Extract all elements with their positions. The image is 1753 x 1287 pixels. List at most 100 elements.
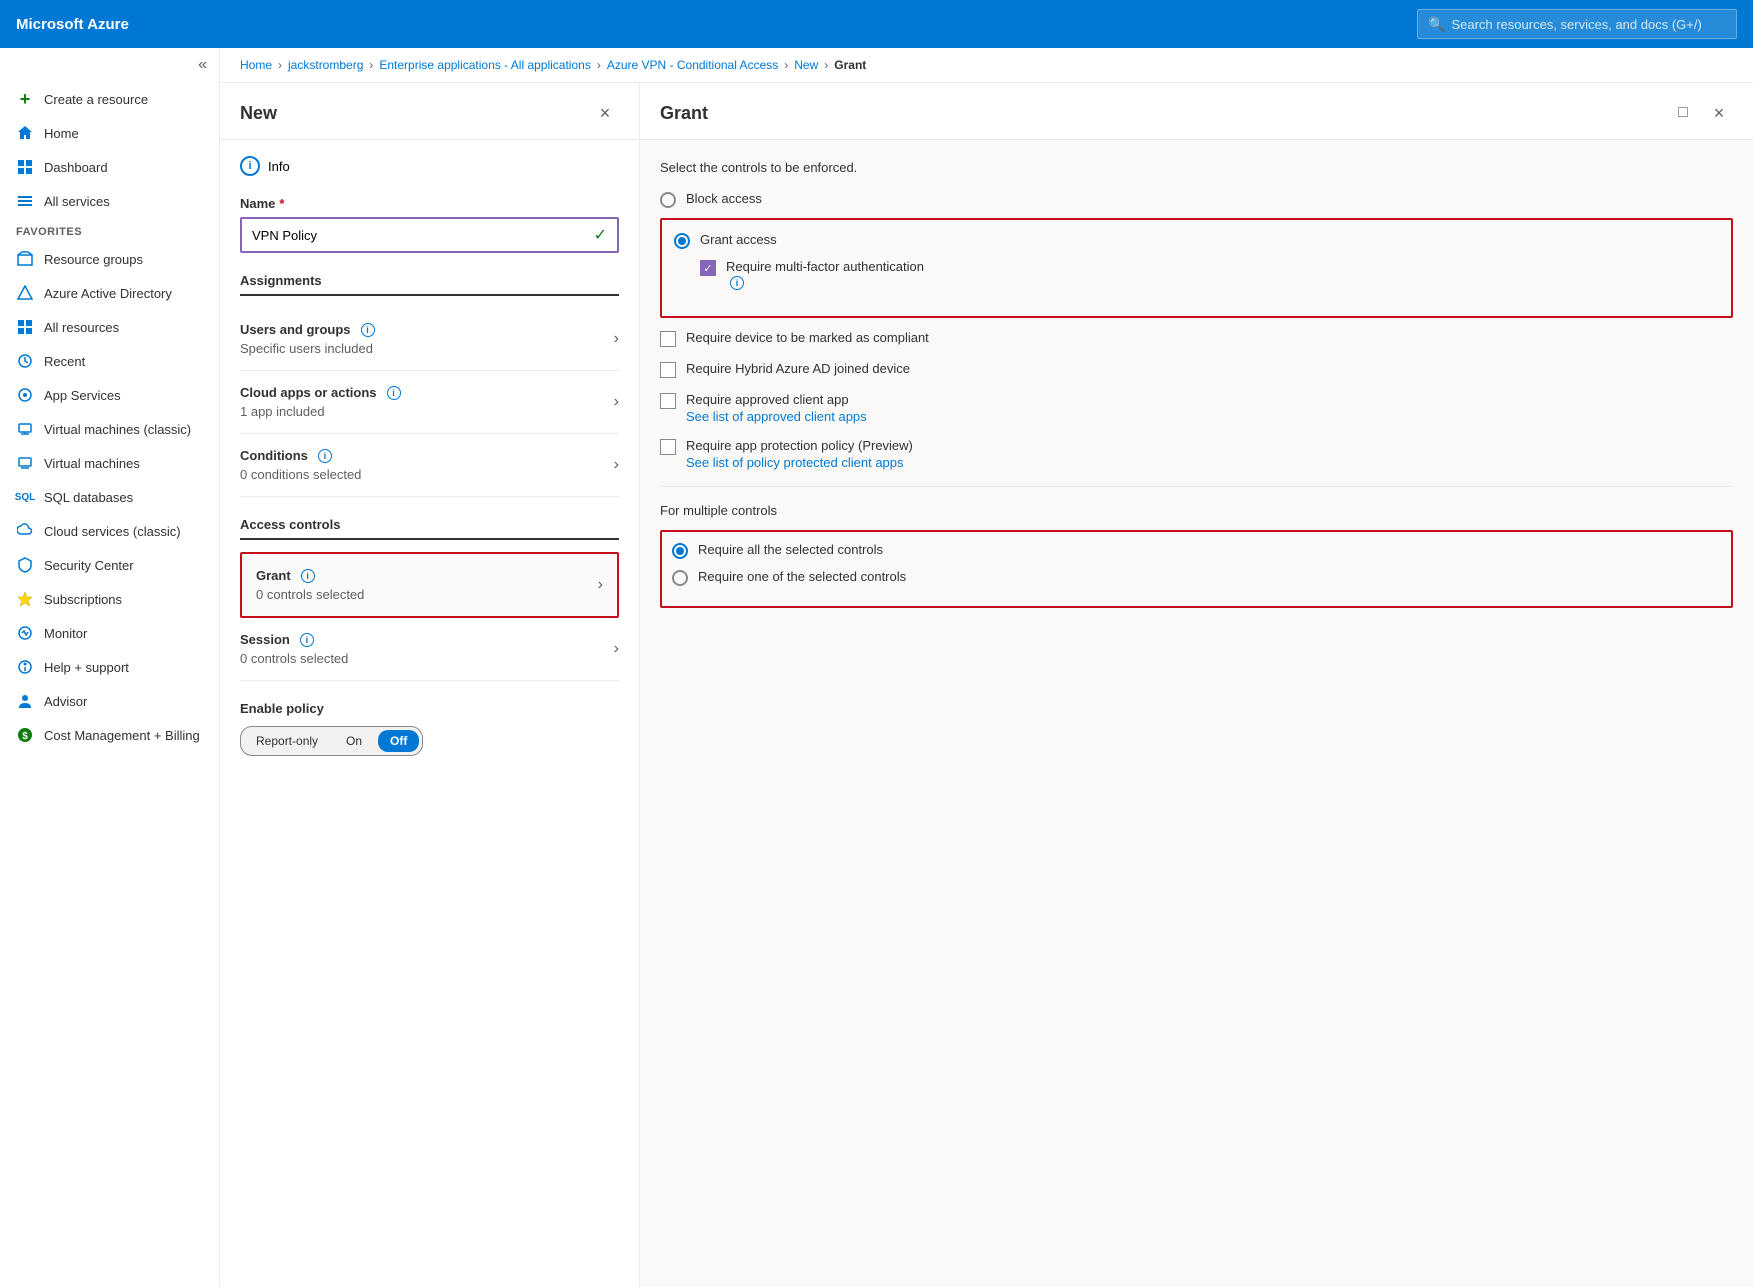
name-label: Name * <box>240 196 619 211</box>
toggle-report-only[interactable]: Report-only <box>244 730 330 752</box>
cloud-apps-row[interactable]: Cloud apps or actions i 1 app included › <box>240 371 619 434</box>
sidebar-item-recent[interactable]: Recent <box>0 344 219 378</box>
breadcrumb-enterprise-apps[interactable]: Enterprise applications - All applicatio… <box>379 58 590 72</box>
block-access-option[interactable]: Block access <box>660 191 1733 208</box>
conditions-subtitle: 0 conditions selected <box>240 467 614 482</box>
hybrid-ad-checkbox[interactable] <box>660 362 676 378</box>
sidebar-item-all-services[interactable]: All services <box>0 184 219 218</box>
panel-grant: Grant □ × Select the controls to be enfo… <box>640 83 1753 1287</box>
compliant-device-checkbox[interactable] <box>660 331 676 347</box>
mfa-checkbox-group: ✓ Require multi-factor authentication i <box>700 259 1719 290</box>
sql-icon: SQL <box>16 488 34 506</box>
session-subtitle: 0 controls selected <box>240 651 614 666</box>
breadcrumb-home[interactable]: Home <box>240 58 272 72</box>
breadcrumb-new[interactable]: New <box>794 58 818 72</box>
compliant-device-checkbox-item[interactable]: Require device to be marked as compliant <box>660 330 1733 347</box>
app-protection-label: Require app protection policy (Preview) <box>686 438 913 453</box>
sidebar-item-security-center[interactable]: Security Center <box>0 548 219 582</box>
sidebar-item-label: Monitor <box>44 626 87 641</box>
sidebar-item-label: Subscriptions <box>44 592 122 607</box>
grant-access-radio[interactable] <box>674 233 690 249</box>
sidebar-item-label: Virtual machines <box>44 456 140 471</box>
topbar: Microsoft Azure 🔍 <box>0 0 1753 48</box>
session-row[interactable]: Session i 0 controls selected › <box>240 618 619 681</box>
sidebar-item-advisor[interactable]: Advisor <box>0 684 219 718</box>
breadcrumb-azure-vpn[interactable]: Azure VPN - Conditional Access <box>607 58 778 72</box>
sidebar-item-label: Create a resource <box>44 92 148 107</box>
conditions-row[interactable]: Conditions i 0 conditions selected › <box>240 434 619 497</box>
sidebar-item-cloud-services[interactable]: Cloud services (classic) <box>0 514 219 548</box>
sidebar-item-all-resources[interactable]: All resources <box>0 310 219 344</box>
resource-groups-icon <box>16 250 34 268</box>
panel-grant-expand-button[interactable]: □ <box>1669 99 1697 127</box>
svg-text:$: $ <box>22 731 28 742</box>
approved-client-link[interactable]: See list of approved client apps <box>686 409 867 424</box>
collapse-icon[interactable]: « <box>198 56 207 74</box>
require-all-option[interactable]: Require all the selected controls <box>672 542 1721 559</box>
mfa-info-icon: i <box>730 276 744 290</box>
name-input[interactable]: VPN Policy ✓ <box>240 217 619 253</box>
sidebar-item-resource-groups[interactable]: Resource groups <box>0 242 219 276</box>
sidebar-item-cost-management[interactable]: $ Cost Management + Billing <box>0 718 219 752</box>
panel-grant-body: Select the controls to be enforced. Bloc… <box>640 140 1753 1287</box>
app-protection-checkbox-item[interactable]: Require app protection policy (Preview) … <box>660 438 1733 470</box>
block-access-radio[interactable] <box>660 192 676 208</box>
require-one-option[interactable]: Require one of the selected controls <box>672 569 1721 586</box>
users-groups-subtitle: Specific users included <box>240 341 614 356</box>
sidebar-item-label: Recent <box>44 354 85 369</box>
mfa-checkbox-item[interactable]: ✓ Require multi-factor authentication i <box>700 259 1719 290</box>
sidebar-item-label: Security Center <box>44 558 134 573</box>
sidebar-item-monitor[interactable]: Monitor <box>0 616 219 650</box>
app-protection-link[interactable]: See list of policy protected client apps <box>686 455 913 470</box>
users-chevron-icon: › <box>614 330 619 348</box>
grant-instructions: Select the controls to be enforced. <box>660 160 1733 175</box>
sidebar-item-help[interactable]: Help + support <box>0 650 219 684</box>
sidebar-item-azure-ad[interactable]: Azure Active Directory <box>0 276 219 310</box>
grant-access-label: Grant access <box>700 232 777 247</box>
sidebar-item-app-services[interactable]: App Services <box>0 378 219 412</box>
sidebar-item-label: App Services <box>44 388 121 403</box>
sidebar-item-virtual-machines[interactable]: Virtual machines <box>0 446 219 480</box>
sidebar-item-home[interactable]: Home <box>0 116 219 150</box>
all-resources-icon <box>16 318 34 336</box>
mfa-checkbox[interactable]: ✓ <box>700 260 716 276</box>
panel-grant-close-button[interactable]: × <box>1705 99 1733 127</box>
toggle-on[interactable]: On <box>334 730 374 752</box>
other-options-group: Require device to be marked as compliant… <box>660 330 1733 470</box>
panel-new-header: New × <box>220 83 639 140</box>
sidebar-item-dashboard[interactable]: Dashboard <box>0 150 219 184</box>
approved-client-checkbox-item[interactable]: Require approved client app See list of … <box>660 392 1733 424</box>
cloud-icon <box>16 522 34 540</box>
require-all-label: Require all the selected controls <box>698 542 883 557</box>
grant-subtitle: 0 controls selected <box>256 587 364 602</box>
require-one-label: Require one of the selected controls <box>698 569 906 584</box>
assignments-header: Assignments <box>240 273 619 296</box>
panel-new-close-button[interactable]: × <box>591 99 619 127</box>
conditions-chevron-icon: › <box>614 456 619 474</box>
sidebar-collapse[interactable]: « <box>0 48 219 82</box>
grant-access-option[interactable]: Grant access <box>674 232 1719 249</box>
for-multiple-label: For multiple controls <box>660 503 1733 518</box>
grant-row-highlighted[interactable]: Grant i 0 controls selected › <box>240 552 619 618</box>
sidebar-item-vm-classic[interactable]: Virtual machines (classic) <box>0 412 219 446</box>
mfa-label: Require multi-factor authentication <box>726 259 924 274</box>
search-input[interactable] <box>1451 17 1726 32</box>
require-one-radio[interactable] <box>672 570 688 586</box>
compliant-label: Require device to be marked as compliant <box>686 330 929 345</box>
sidebar-item-sql-databases[interactable]: SQL SQL databases <box>0 480 219 514</box>
approved-client-checkbox[interactable] <box>660 393 676 409</box>
require-all-radio[interactable] <box>672 543 688 559</box>
users-info-icon: i <box>361 323 375 337</box>
toggle-off[interactable]: Off <box>378 730 419 752</box>
sidebar-item-create-resource[interactable]: + Create a resource <box>0 82 219 116</box>
block-access-label: Block access <box>686 191 762 206</box>
brand-title: Microsoft Azure <box>16 16 129 33</box>
search-bar[interactable]: 🔍 <box>1417 9 1737 39</box>
users-groups-row[interactable]: Users and groups i Specific users includ… <box>240 308 619 371</box>
hybrid-ad-checkbox-item[interactable]: Require Hybrid Azure AD joined device <box>660 361 1733 378</box>
sidebar-item-subscriptions[interactable]: Subscriptions <box>0 582 219 616</box>
cost-icon: $ <box>16 726 34 744</box>
app-protection-checkbox[interactable] <box>660 439 676 455</box>
toggle-group[interactable]: Report-only On Off <box>240 726 423 756</box>
breadcrumb-jackstromberg[interactable]: jackstromberg <box>288 58 363 72</box>
